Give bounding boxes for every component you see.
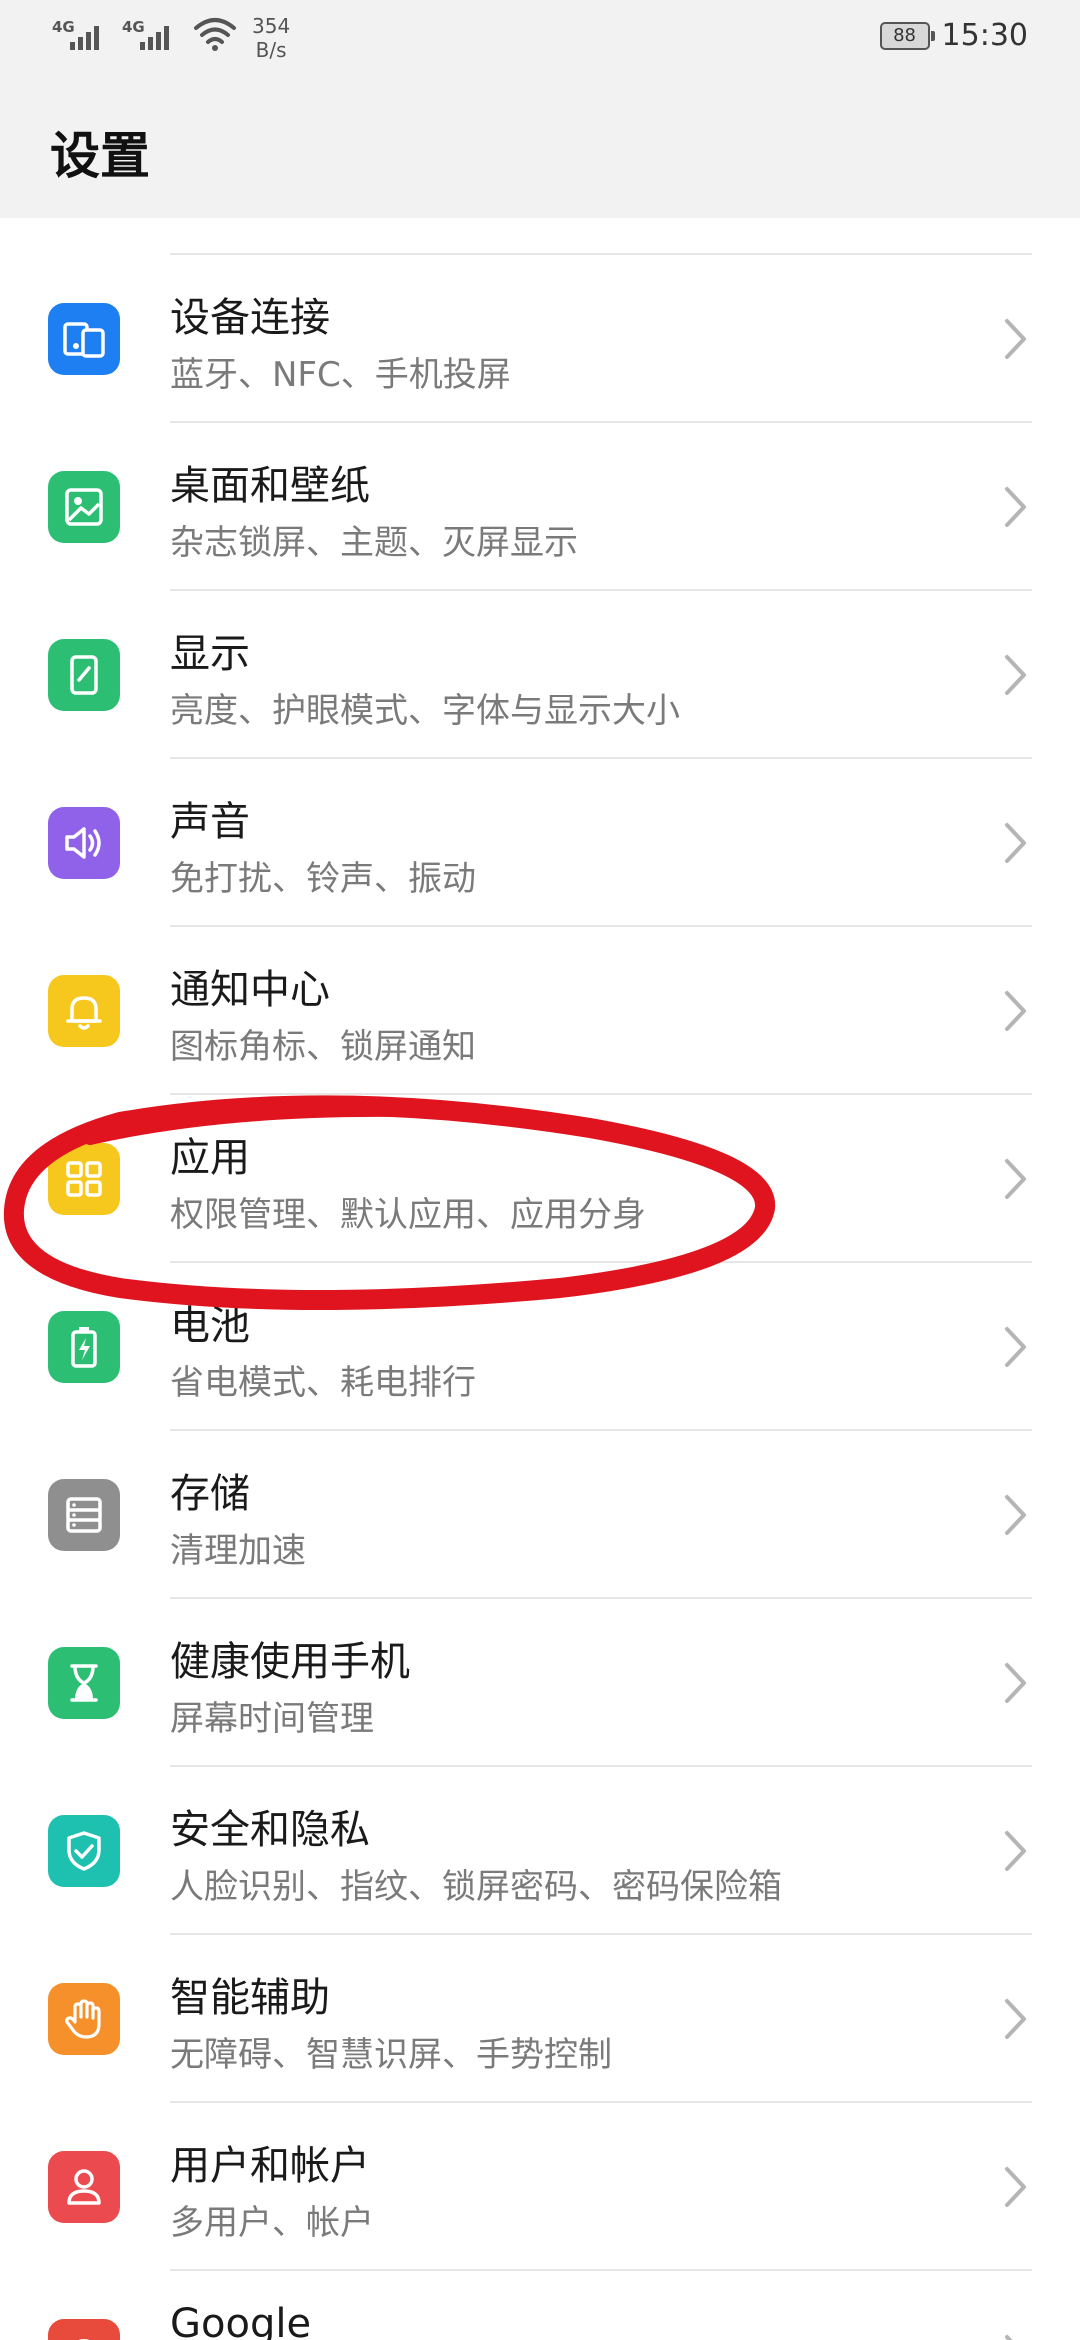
sim2-signal-icon: 4G bbox=[122, 14, 178, 54]
item-subtitle: 权限管理、默认应用、应用分身 bbox=[170, 1195, 646, 1235]
chevron-right-icon bbox=[1005, 1999, 1026, 2039]
chevron-right-icon bbox=[1005, 2335, 1013, 2340]
hand-icon bbox=[48, 1983, 120, 2055]
chevron-right-icon bbox=[1005, 1495, 1026, 1535]
speed-unit: B/s bbox=[255, 38, 287, 62]
chevron-right-icon bbox=[1005, 655, 1026, 695]
speaker-icon bbox=[48, 807, 120, 879]
chevron-right-icon bbox=[1005, 319, 1026, 359]
user-icon bbox=[48, 2151, 120, 2223]
item-title: 用户和帐户 bbox=[170, 2143, 370, 2189]
sim1-signal-icon: 4G bbox=[52, 14, 108, 54]
clock: 15:30 bbox=[941, 18, 1028, 53]
speed-value: 354 bbox=[252, 14, 291, 38]
item-subtitle: 无障碍、智慧识屏、手势控制 bbox=[170, 2035, 612, 2075]
storage-icon bbox=[48, 1479, 120, 1551]
settings-item-display[interactable]: 显示 亮度、护眼模式、字体与显示大小 bbox=[0, 591, 1080, 759]
devices-icon bbox=[48, 303, 120, 375]
display-icon bbox=[48, 639, 120, 711]
settings-item-battery[interactable]: 电池 省电模式、耗电排行 bbox=[0, 1263, 1080, 1431]
item-subtitle: 人脸识别、指纹、锁屏密码、密码保险箱 bbox=[170, 1867, 782, 1907]
item-subtitle: 清理加速 bbox=[170, 1531, 306, 1571]
chevron-right-icon bbox=[1005, 1327, 1026, 1367]
settings-item-storage[interactable]: 存储 清理加速 bbox=[0, 1431, 1080, 1599]
item-title: 声音 bbox=[170, 799, 250, 845]
network-speed: 354 B/s bbox=[252, 14, 290, 62]
settings-item-sound[interactable]: 声音 免打扰、铃声、振动 bbox=[0, 759, 1080, 927]
settings-item-home-wallpaper[interactable]: 桌面和壁纸 杂志锁屏、主题、灭屏显示 bbox=[0, 423, 1080, 591]
chevron-right-icon bbox=[1005, 1831, 1026, 1871]
item-subtitle: 省电模式、耗电排行 bbox=[170, 1363, 476, 1403]
hourglass-icon bbox=[48, 1647, 120, 1719]
settings-item-smart-assistance[interactable]: 智能辅助 无障碍、智慧识屏、手势控制 bbox=[0, 1935, 1080, 2103]
settings-item-users-accounts[interactable]: 用户和帐户 多用户、帐户 bbox=[0, 2103, 1080, 2271]
item-title: 电池 bbox=[170, 1303, 250, 1349]
image-icon bbox=[48, 471, 120, 543]
google-icon bbox=[48, 2319, 120, 2340]
status-bar: 4G 4G 354 B/s 88 15:30 bbox=[0, 0, 1080, 78]
item-subtitle: 免打扰、铃声、振动 bbox=[170, 859, 476, 899]
item-subtitle: 蓝牙、NFC、手机投屏 bbox=[170, 355, 511, 395]
settings-list: 设备连接 蓝牙、NFC、手机投屏 桌面和壁纸 杂志锁屏、主题、灭屏显示 显示 亮… bbox=[0, 87, 1080, 2340]
settings-item-device-connection[interactable]: 设备连接 蓝牙、NFC、手机投屏 bbox=[0, 255, 1080, 423]
item-title: 存储 bbox=[170, 1471, 250, 1517]
wifi-icon bbox=[194, 18, 236, 51]
chevron-right-icon bbox=[1005, 487, 1026, 527]
settings-screen: 4G 4G 354 B/s 88 15:30 设置 设备连接 蓝牙、NFC、手机… bbox=[0, 0, 1080, 2340]
app-header: 设置 bbox=[0, 78, 1080, 218]
item-subtitle: 多用户、帐户 bbox=[170, 2203, 374, 2243]
item-subtitle: 杂志锁屏、主题、灭屏显示 bbox=[170, 523, 578, 563]
chevron-right-icon bbox=[1005, 1663, 1026, 1703]
chevron-right-icon bbox=[1005, 2167, 1026, 2207]
battery-indicator: 88 bbox=[879, 21, 935, 50]
chevron-right-icon bbox=[1005, 991, 1026, 1031]
settings-item-apps[interactable]: 应用 权限管理、默认应用、应用分身 bbox=[0, 1095, 1080, 1263]
item-title: 设备连接 bbox=[170, 295, 330, 341]
item-title: 安全和隐私 bbox=[170, 1807, 370, 1853]
item-subtitle: 亮度、护眼模式、字体与显示大小 bbox=[170, 691, 680, 731]
item-title: 智能辅助 bbox=[170, 1975, 330, 2021]
settings-item-security-privacy[interactable]: 安全和隐私 人脸识别、指纹、锁屏密码、密码保险箱 bbox=[0, 1767, 1080, 1935]
item-subtitle: 图标角标、锁屏通知 bbox=[170, 1027, 476, 1067]
item-title: 桌面和壁纸 bbox=[170, 463, 370, 509]
settings-item-digital-balance[interactable]: 健康使用手机 屏幕时间管理 bbox=[0, 1599, 1080, 1767]
page-title: 设置 bbox=[50, 127, 150, 185]
shield-icon bbox=[48, 1815, 120, 1887]
chevron-right-icon bbox=[1005, 823, 1026, 863]
settings-item-google[interactable]: Google bbox=[0, 2271, 1080, 2340]
item-subtitle: 屏幕时间管理 bbox=[170, 1699, 374, 1739]
apps-grid-icon bbox=[48, 1143, 120, 1215]
item-title: 应用 bbox=[170, 1135, 250, 1181]
item-title: Google bbox=[170, 2301, 312, 2340]
settings-item-notifications[interactable]: 通知中心 图标角标、锁屏通知 bbox=[0, 927, 1080, 1095]
chevron-right-icon bbox=[1005, 1159, 1026, 1199]
battery-icon bbox=[48, 1311, 120, 1383]
bell-icon bbox=[48, 975, 120, 1047]
item-title: 健康使用手机 bbox=[170, 1639, 410, 1685]
item-title: 显示 bbox=[170, 631, 250, 677]
item-title: 通知中心 bbox=[170, 967, 330, 1013]
